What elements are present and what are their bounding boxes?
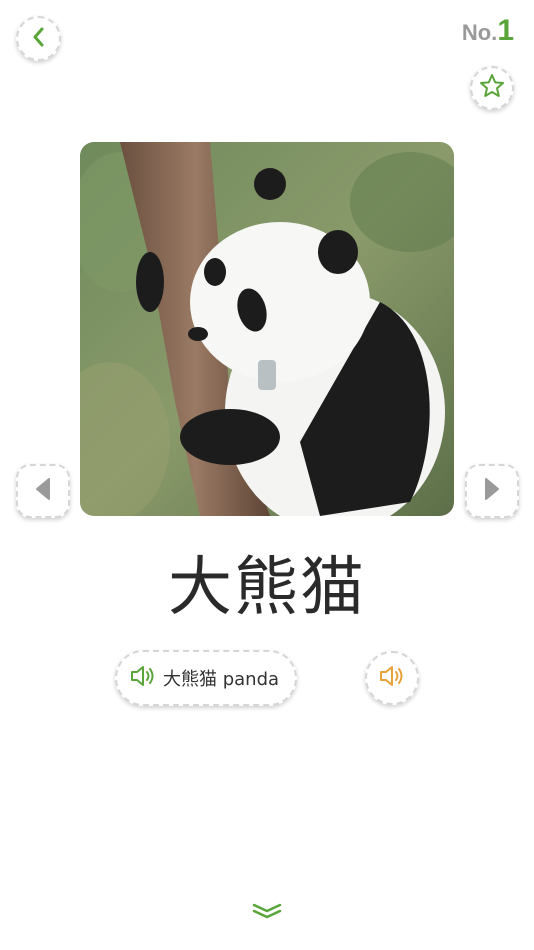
next-button[interactable] [465,464,519,518]
double-chevron-down-icon [251,901,283,925]
panda-photo [80,142,454,516]
triangle-left-icon [34,477,52,505]
favorite-button[interactable] [470,66,514,110]
previous-button[interactable] [16,464,70,518]
speaker-icon [129,663,157,693]
back-button[interactable] [16,16,61,61]
chevron-left-icon [29,26,49,52]
pronunciation-button[interactable]: 大熊猫 panda [115,650,297,706]
star-icon [479,73,505,103]
pronunciation-label: 大熊猫 panda [163,669,280,690]
counter-number: 1 [497,14,514,47]
counter-prefix: No. [461,20,498,45]
play-audio-button[interactable] [365,651,419,705]
vocab-word: 大熊猫 [168,551,366,625]
expand-button[interactable] [247,898,287,928]
speaker-icon [378,663,406,693]
triangle-right-icon [483,477,501,505]
card-counter: No.1 [462,14,514,48]
